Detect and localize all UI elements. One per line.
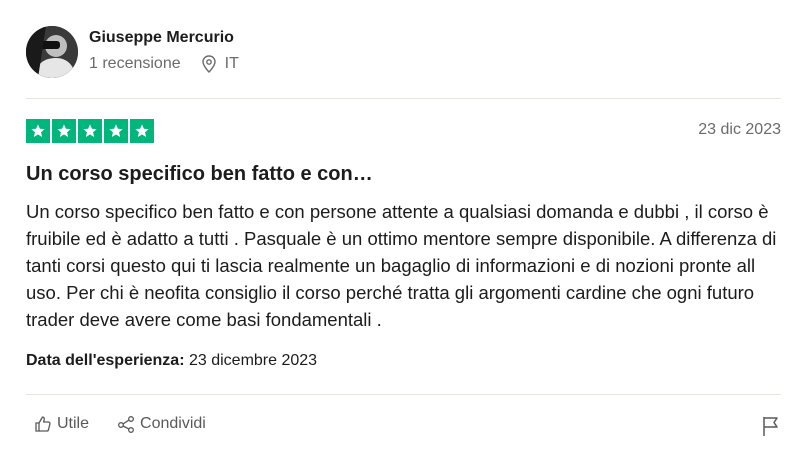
experience-value: 23 dicembre 2023 <box>188 352 318 369</box>
share-icon <box>118 416 134 433</box>
author-meta: 1 recensione IT <box>89 55 239 73</box>
review-date: 23 dic 2023 <box>698 121 781 138</box>
avatar-photo <box>26 26 78 78</box>
review-actions: Utile Condividi <box>34 415 234 433</box>
report-button[interactable] <box>761 415 781 442</box>
star-icon <box>130 119 154 143</box>
star-icon <box>104 119 128 143</box>
review-body: Un corso specifico ben fatto e con perso… <box>26 201 777 330</box>
experience-date: Data dell'esperienza: 23 dicembre 2023 <box>26 352 317 370</box>
share-label: Condividi <box>140 415 206 432</box>
review-title[interactable]: Un corso specifico ben fatto e con… <box>26 163 373 186</box>
avatar[interactable] <box>26 26 78 78</box>
star-icon <box>78 119 102 143</box>
useful-label: Utile <box>57 415 90 432</box>
share-button[interactable]: Condividi <box>117 415 206 433</box>
location-pin-icon <box>201 55 216 73</box>
flag-icon <box>763 417 778 436</box>
star-rating <box>26 119 156 143</box>
divider <box>26 394 781 395</box>
country-code: IT <box>224 55 239 72</box>
star-icon <box>26 119 50 143</box>
divider <box>26 98 781 99</box>
star-icon <box>52 119 76 143</box>
thumbs-up-icon <box>35 416 51 432</box>
experience-label: Data dell'esperienza: <box>26 352 185 369</box>
author-name[interactable]: Giuseppe Mercurio <box>89 29 234 47</box>
useful-button[interactable]: Utile <box>34 415 89 433</box>
review-count: 1 recensione <box>89 55 181 72</box>
author-location: IT <box>201 55 239 73</box>
